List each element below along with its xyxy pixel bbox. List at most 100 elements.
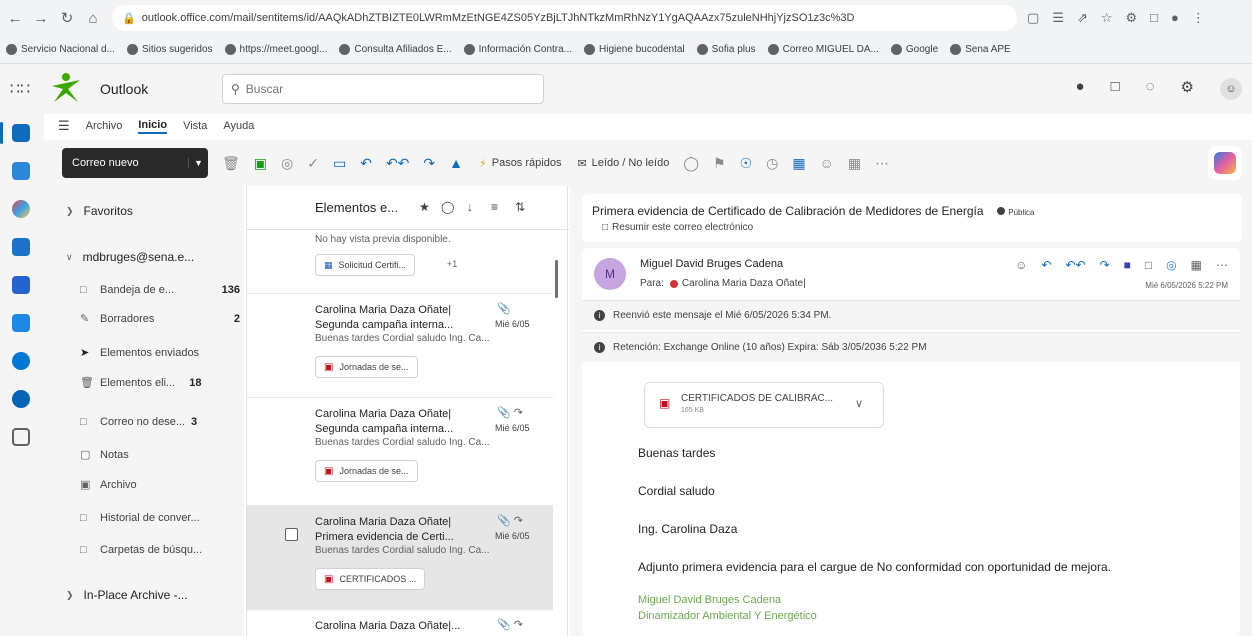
bookmark-item[interactable]: Información Contra... (463, 44, 572, 55)
recipient-name[interactable]: Carolina Maria Daza Oñate| (682, 278, 806, 289)
list-scrollbar[interactable] (555, 260, 558, 298)
in-place-archive-section[interactable]: ❯ In-Place Archive -... (66, 588, 188, 602)
read-unread-button[interactable]: ✉ Leído / No leído (577, 157, 669, 170)
bookmark-item[interactable]: Sofia plus (696, 44, 756, 55)
reload-icon[interactable]: ↻ (56, 7, 78, 29)
snooze-icon[interactable]: ◷ (766, 155, 778, 172)
flag-icon[interactable]: ⚑ (713, 155, 726, 172)
onedrive-icon[interactable] (12, 390, 30, 408)
list-item-selected[interactable]: Carolina Maria Daza Oñate| 📎 ↷ Primera e… (247, 506, 553, 610)
sort-icon[interactable]: ⇅ (515, 200, 525, 214)
sidepanel-icon[interactable]: □ (1150, 10, 1158, 26)
move-icon[interactable]: ▭ (333, 155, 346, 172)
emoji-react-icon[interactable]: ☺ (1015, 258, 1027, 272)
meeting-icon[interactable]: ▲ (449, 155, 463, 171)
bookmark-item[interactable]: Consulta Afiliados E... (339, 44, 452, 55)
address-bar[interactable]: 🔒 outlook.office.com/mail/sentitems/id/A… (112, 5, 1017, 31)
select-icon[interactable]: ◯ (441, 200, 454, 214)
list-item[interactable]: Carolina Maria Daza Oñate| 📎 ↷ Segunda c… (247, 398, 553, 506)
attachment-card[interactable]: ▣ CERTIFICADOS DE CALIBRAC... 165 KB ∨ (644, 382, 884, 428)
bookmark-item[interactable]: Sitios sugeridos (126, 44, 213, 55)
sender-name[interactable]: Miguel David Bruges Cadena (640, 258, 783, 270)
people-icon[interactable] (12, 238, 30, 256)
favorites-section[interactable]: ❯ Favoritos (66, 204, 133, 218)
extensions-icon[interactable]: ⚙ (1126, 10, 1138, 26)
tab-vista[interactable]: Vista (183, 120, 207, 132)
bell-icon[interactable]: ◌ (1146, 78, 1155, 100)
cast-icon[interactable]: ▢ (1027, 10, 1039, 26)
bookmark-item[interactable]: Servicio Nacional d... (6, 44, 115, 55)
summarize-button[interactable]: □ Resumir este correo electrónico (602, 222, 753, 233)
attachment-chip[interactable]: ▣ Jornadas de se... (315, 356, 418, 378)
bookmark-star-icon[interactable]: ☆ (1101, 10, 1113, 26)
archive-icon[interactable]: ▣ (254, 155, 267, 172)
mail-icon[interactable] (12, 124, 30, 142)
teams-icon[interactable]: ● (1076, 78, 1085, 100)
policy-icon[interactable]: ▦ (792, 155, 805, 172)
select-checkbox[interactable] (285, 528, 298, 541)
quick-steps-button[interactable]: ⚡ Pasos rápidos (479, 157, 561, 170)
bookmark-item[interactable]: Sena APE (950, 44, 1011, 55)
forward-icon[interactable]: → (30, 7, 52, 29)
more-actions-icon[interactable]: ⋯ (1216, 258, 1228, 272)
chevron-down-icon[interactable]: ∨ (855, 397, 863, 410)
pin-icon[interactable]: ☉ (740, 155, 753, 172)
attachment-chip[interactable]: ▣ Jornadas de se... (315, 460, 418, 482)
bookmark-item[interactable]: Google (890, 44, 938, 55)
immersive-reader-icon[interactable]: ☺ (820, 155, 834, 171)
todo-icon[interactable] (12, 276, 30, 294)
folder-deleted[interactable]: 🗑 Elementos eli... 18 (80, 376, 240, 390)
reply-all-icon[interactable]: ↶↶ (386, 155, 409, 172)
org-explorer-icon[interactable] (12, 352, 30, 370)
translate-icon[interactable]: ☰ (1052, 10, 1064, 26)
folder-sent[interactable]: ➤ Elementos enviados (80, 346, 240, 360)
onenote-icon[interactable] (12, 314, 30, 332)
back-icon[interactable]: ← (4, 7, 26, 29)
chevron-down-icon[interactable]: ▼ (188, 158, 208, 168)
calendar-icon[interactable] (12, 162, 30, 180)
categorize-icon[interactable]: ◯ (683, 155, 699, 172)
reply-icon[interactable]: ↶ (1041, 258, 1051, 272)
tab-ayuda[interactable]: Ayuda (223, 120, 254, 132)
forward-mail-icon[interactable]: ↷ (423, 155, 435, 172)
app-launcher-icon[interactable]: ∷∷ (0, 79, 40, 99)
folder-conversation-history[interactable]: □ Historial de conver... (80, 512, 240, 524)
chat-icon[interactable]: □ (1111, 78, 1120, 100)
sort-arrow-icon[interactable]: ↓ (467, 200, 473, 214)
tab-archivo[interactable]: Archivo (86, 120, 123, 132)
report-icon[interactable]: ◎ (281, 155, 293, 172)
search-box[interactable]: ⚲ (222, 74, 544, 104)
folder-inbox[interactable]: □ Bandeja de e... 136 (80, 284, 240, 296)
folder-junk[interactable]: □ Correo no dese... 3 (80, 416, 240, 428)
new-mail-button[interactable]: Correo nuevo ▼ (62, 148, 208, 178)
folder-search-folders[interactable]: □ Carpetas de búsqu... (80, 544, 240, 556)
attachment-chip[interactable]: ▣ CERTIFICADOS ... (315, 568, 426, 590)
list-item[interactable]: No hay vista previa disponible. ▦ Solici… (247, 230, 553, 294)
copilot-small-icon[interactable]: ◎ (1166, 258, 1176, 272)
account-section[interactable]: ∨ mdbruges@sena.e... (66, 250, 194, 264)
share-icon[interactable]: ⇗ (1077, 10, 1088, 26)
attachment-chip[interactable]: ▦ Solicitud Certifi... (315, 254, 416, 276)
gear-icon[interactable]: ⚙ (1181, 78, 1194, 100)
list-item[interactable]: Carolina Maria Daza Oñate| 📎 Segunda cam… (247, 294, 553, 398)
reply-all-icon[interactable]: ↶↶ (1066, 258, 1086, 272)
bookmark-item[interactable]: Correo MIGUEL DA... (767, 44, 879, 55)
list-item[interactable]: Carolina Maria Daza Oñate|... 📎 ↷ (247, 610, 553, 636)
bookmark-item[interactable]: Higiene bucodental (584, 44, 685, 55)
forward-mail-icon[interactable]: ↷ (1100, 258, 1110, 272)
home-icon[interactable]: ⌂ (82, 7, 104, 29)
more-options-icon[interactable]: ⋯ (875, 155, 889, 172)
bookmark-item[interactable]: https://meet.googl... (224, 44, 327, 55)
search-input[interactable] (245, 82, 526, 96)
hamburger-icon[interactable]: ☰ (58, 118, 70, 134)
immersive-view-icon[interactable]: ▦ (1191, 258, 1202, 272)
apps-icon[interactable]: ■ (1124, 258, 1131, 272)
sweep-icon[interactable]: ✓ (307, 155, 319, 172)
tab-inicio[interactable]: Inicio (138, 119, 168, 134)
profile-icon[interactable]: ● (1171, 10, 1179, 26)
account-avatar-icon[interactable]: ☺ (1220, 78, 1242, 100)
more-apps-icon[interactable] (12, 428, 30, 446)
copilot-icon[interactable] (12, 200, 30, 218)
folder-notes[interactable]: ▢ Notas (80, 448, 240, 462)
copilot-button[interactable] (1208, 146, 1242, 180)
